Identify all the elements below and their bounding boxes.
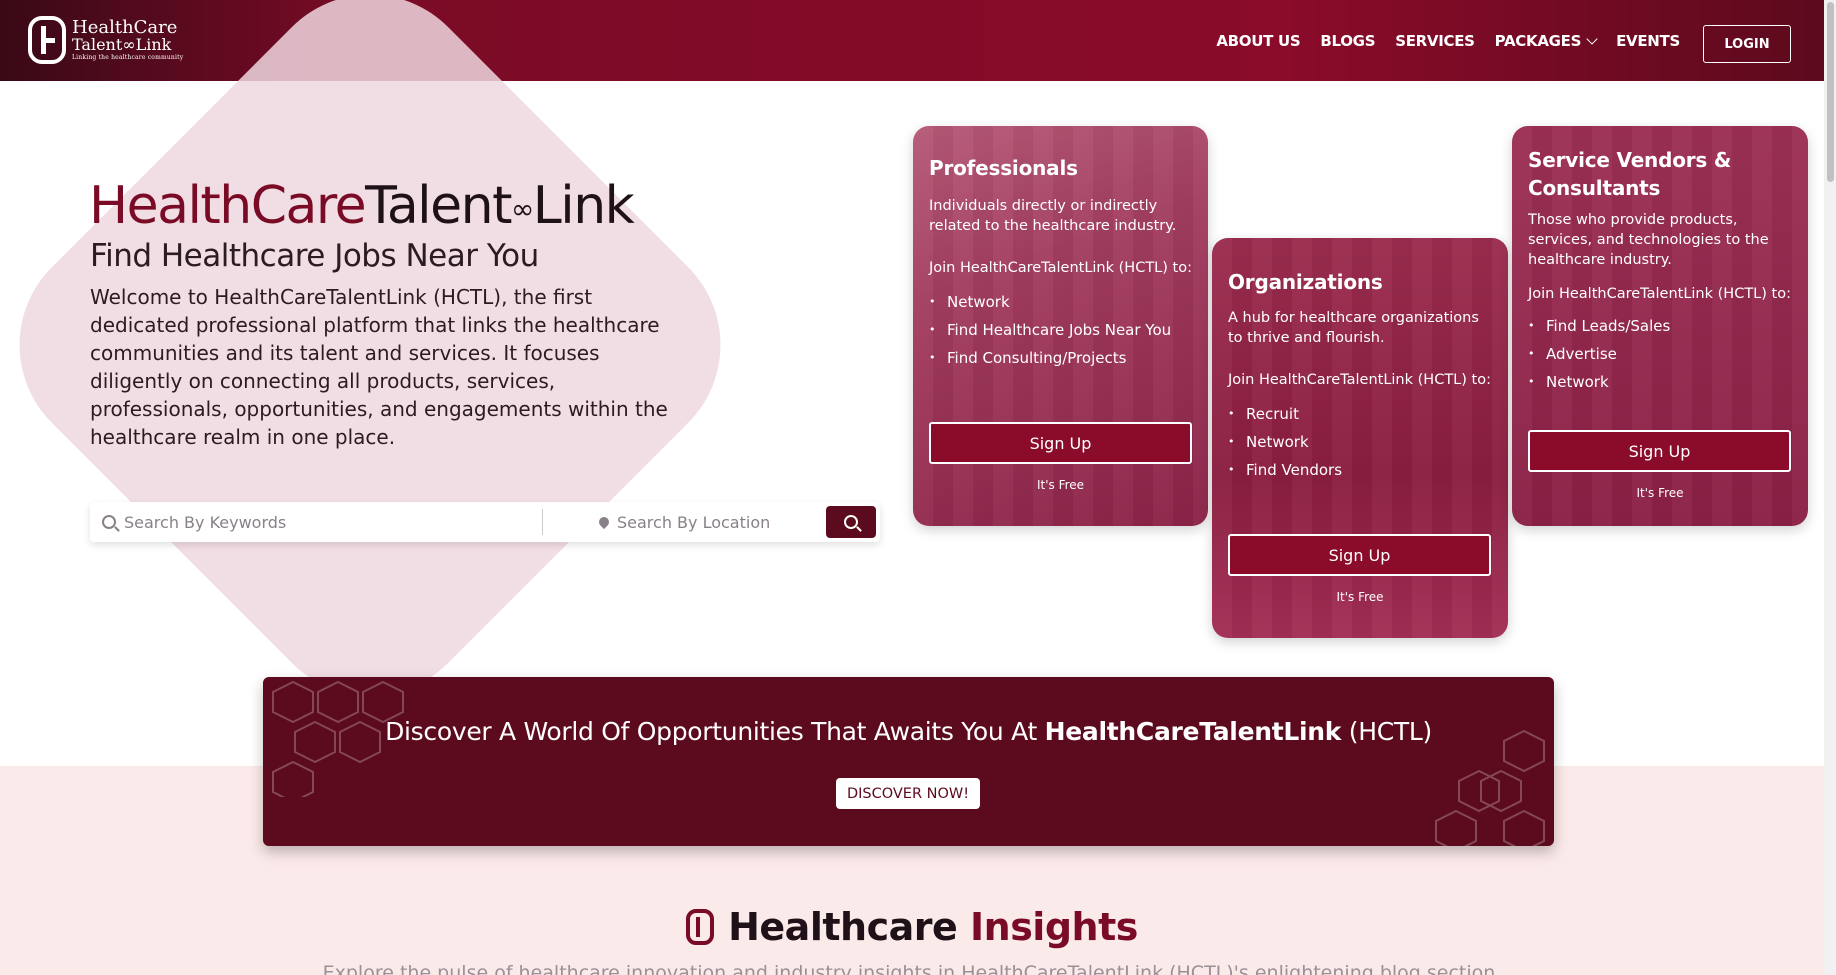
discover-banner: Discover A World Of Opportunities That A… [263,677,1554,846]
card-list: Network Find Healthcare Jobs Near You Fi… [929,288,1192,372]
card-organizations: Organizations A hub for healthcare organ… [1212,238,1508,638]
list-item: Network [929,288,1192,316]
nav-blogs[interactable]: BLOGS [1320,32,1375,50]
nav-events[interactable]: EVENTS [1616,32,1680,50]
search-icon [102,515,116,529]
hero-title: HealthCareTalent∞Link [89,176,635,236]
hero-description: Welcome to HealthCareTalentLink (HCTL), … [90,285,668,449]
page-scrollbar[interactable] [1824,0,1836,975]
signup-button-professionals[interactable]: Sign Up [929,422,1192,464]
nav-packages[interactable]: PACKAGES [1494,32,1598,50]
card-list: Find Leads/Sales Advertise Network [1528,312,1792,396]
link-icon: ∞ [510,192,534,226]
search-divider [542,509,543,535]
nav-about-us[interactable]: ABOUT US [1216,32,1300,50]
location-search-input[interactable]: Search By Location [596,512,809,532]
free-note: It's Free [1036,478,1085,492]
hero-subtitle: Find Healthcare Jobs Near You [90,238,539,274]
logo-line2: Talent∞Link [72,35,172,54]
card-description: Those who provide products, services, an… [1528,212,1769,268]
signup-button-vendors[interactable]: Sign Up [1528,430,1791,472]
banner-text-post: (HCTL) [1341,717,1432,746]
card-title: Organizations [1228,270,1383,294]
login-button[interactable]: LOGIN [1703,25,1791,63]
list-item: Find Healthcare Jobs Near You [929,316,1192,344]
logo-tagline: Linking the healthcare community [72,54,184,61]
keyword-placeholder: Search By Keywords [124,512,287,532]
list-item: Recruit [1228,400,1492,428]
list-item: Find Consulting/Projects [929,344,1192,372]
card-description: Individuals directly or indirectly relat… [929,198,1177,234]
card-join-text: Join HealthCareTalentLink (HCTL) to: [1228,372,1491,388]
banner-text-bold: HealthCareTalentLink [1044,717,1342,746]
list-item: Advertise [1528,340,1792,368]
free-note: It's Free [1636,486,1684,500]
hero-title-red: HealthCare [89,176,367,236]
logo-mark-icon [28,16,66,64]
insights-title-dark: Healthcare [728,905,958,949]
hero-title-dark: Talent [365,176,512,236]
site-logo[interactable]: HealthCare Talent∞Link Linking the healt… [28,16,183,64]
card-title: Professionals [929,156,1078,180]
free-note: It's Free [1336,590,1384,604]
banner-headline: Discover A World Of Opportunities That A… [263,717,1554,746]
list-item: Network [1228,428,1492,456]
card-professionals: Professionals Individuals directly or in… [913,126,1208,526]
chevron-down-icon [1586,32,1598,45]
list-item: Find Vendors [1228,456,1492,484]
insights-heading: Healthcare Insights [0,905,1824,949]
location-placeholder: Search By Location [617,512,771,532]
search-button[interactable] [826,506,876,538]
location-pin-icon [596,514,612,530]
discover-now-button[interactable]: DISCOVER NOW! [836,778,980,809]
search-icon [844,515,858,529]
logo-mark-icon [686,909,715,945]
nav-packages-label: PACKAGES [1494,32,1582,50]
hero-title-end: Link [532,176,635,236]
signup-button-organizations[interactable]: Sign Up [1228,534,1491,576]
scrollbar-thumb[interactable] [1827,2,1834,182]
search-bar: Search By Keywords Search By Location [90,502,880,542]
insights-description: Explore the pulse of healthcare innovati… [322,962,1502,975]
card-service-vendors: Service Vendors & Consultants Those who … [1512,126,1808,526]
keyword-search-input[interactable]: Search By Keywords [102,513,542,532]
list-item: Network [1528,368,1792,396]
insights-title-red: Insights [970,905,1138,949]
card-join-text: Join HealthCareTalentLink (HCTL) to: [929,260,1192,276]
list-item: Find Leads/Sales [1528,312,1792,340]
card-title: Service Vendors & Consultants [1528,148,1732,200]
banner-text-pre: Discover A World Of Opportunities That A… [385,717,1045,746]
card-join-text: Join HealthCareTalentLink (HCTL) to: [1528,286,1791,302]
main-nav: ABOUT US BLOGS SERVICES PACKAGES EVENTS [1216,32,1680,50]
nav-services[interactable]: SERVICES [1395,32,1475,50]
card-description: A hub for healthcare organizations to th… [1228,310,1479,346]
card-list: Recruit Network Find Vendors [1228,400,1492,484]
